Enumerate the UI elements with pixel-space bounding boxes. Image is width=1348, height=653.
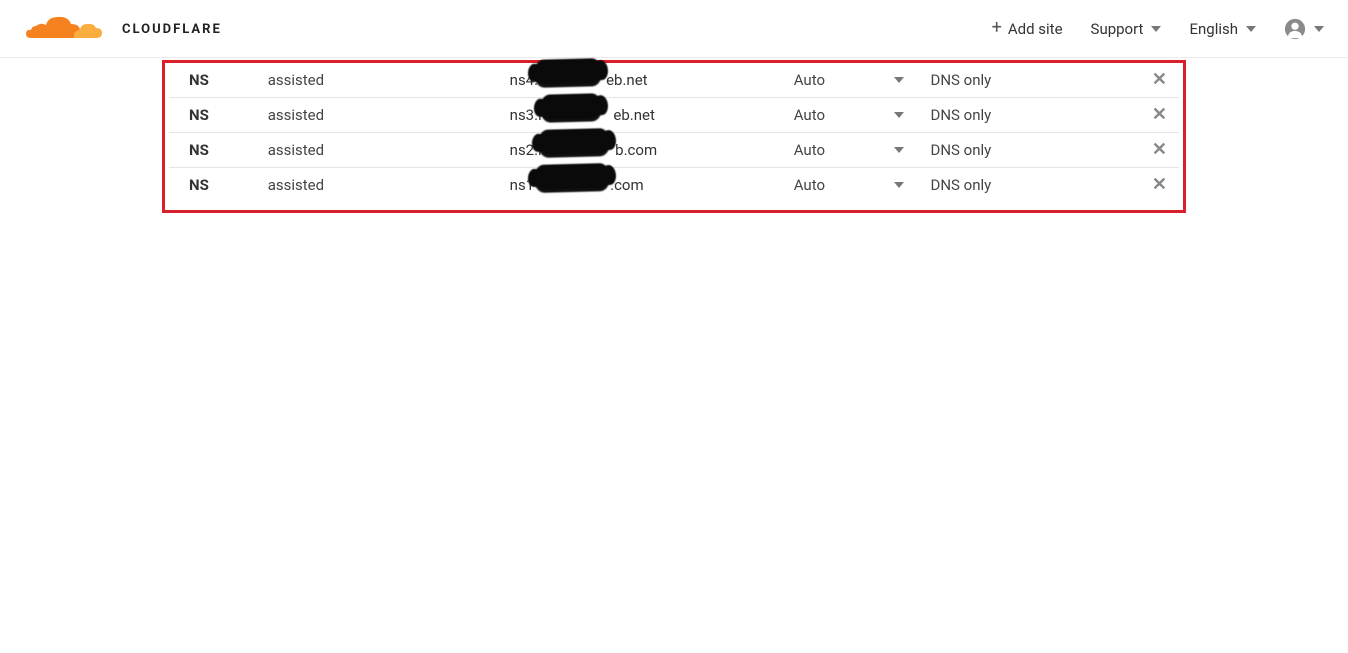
record-value: ns1.com	[506, 168, 790, 203]
delete-record-button[interactable]: ✕	[1137, 98, 1179, 133]
table-row[interactable]: NSassistedns2.rb.comAutoDNS only ✕	[169, 133, 1179, 168]
record-ttl-dropdown[interactable]: Auto	[790, 63, 927, 98]
redaction-mark	[533, 58, 602, 88]
record-value: ns3.rueb.net	[506, 98, 790, 133]
caret-down-icon	[1151, 26, 1161, 32]
redaction-mark	[533, 163, 610, 193]
language-dropdown[interactable]: English	[1189, 20, 1256, 38]
add-site-button[interactable]: + Add site	[992, 20, 1063, 38]
delete-record-button[interactable]: ✕	[1137, 63, 1179, 98]
cloud-icon	[18, 12, 122, 46]
add-site-label: Add site	[1008, 20, 1063, 38]
top-navbar: CLOUDFLARE + Add site Support English	[0, 0, 1348, 58]
record-ttl-dropdown[interactable]: Auto	[790, 168, 927, 203]
account-dropdown[interactable]	[1284, 18, 1324, 40]
close-icon: ✕	[1152, 104, 1167, 125]
record-name: assisted	[264, 63, 506, 98]
caret-down-icon	[1314, 26, 1324, 32]
table-row[interactable]: NSassistedns1.comAutoDNS only ✕	[169, 168, 1179, 203]
plus-icon: +	[992, 19, 1002, 37]
record-type: NS	[169, 63, 264, 98]
record-name: assisted	[264, 168, 506, 203]
delete-record-button[interactable]: ✕	[1137, 168, 1179, 203]
record-type: NS	[169, 98, 264, 133]
record-type: NS	[169, 133, 264, 168]
close-icon: ✕	[1152, 174, 1167, 195]
redaction-mark	[537, 128, 610, 158]
caret-down-icon	[894, 182, 904, 188]
record-proxy-status: DNS only	[926, 168, 1136, 203]
brand-logo[interactable]: CLOUDFLARE	[18, 12, 222, 46]
dns-records-table: NSassistedns4.eb.netAutoDNS only✕NSassis…	[169, 63, 1179, 202]
redaction-mark	[539, 93, 602, 123]
table-row[interactable]: NSassistedns3.rueb.netAutoDNS only ✕	[169, 98, 1179, 133]
record-type: NS	[169, 168, 264, 203]
record-value: ns4.eb.net	[506, 63, 790, 98]
delete-record-button[interactable]: ✕	[1137, 133, 1179, 168]
close-icon: ✕	[1152, 69, 1167, 90]
close-icon: ✕	[1152, 139, 1167, 160]
record-ttl-dropdown[interactable]: Auto	[790, 98, 927, 133]
record-proxy-status: DNS only	[926, 63, 1136, 98]
highlighted-dns-records: NSassistedns4.eb.netAutoDNS only✕NSassis…	[162, 60, 1186, 213]
record-proxy-status: DNS only	[926, 133, 1136, 168]
caret-down-icon	[894, 77, 904, 83]
record-ttl-dropdown[interactable]: Auto	[790, 133, 927, 168]
language-label: English	[1189, 20, 1238, 38]
user-icon	[1284, 18, 1306, 40]
nav-right: + Add site Support English	[992, 18, 1324, 40]
caret-down-icon	[1246, 26, 1256, 32]
caret-down-icon	[894, 147, 904, 153]
table-row[interactable]: NSassistedns4.eb.netAutoDNS only ✕	[169, 63, 1179, 98]
support-dropdown[interactable]: Support	[1091, 20, 1162, 38]
brand-name: CLOUDFLARE	[122, 22, 222, 37]
support-label: Support	[1091, 20, 1144, 38]
record-name: assisted	[264, 98, 506, 133]
record-proxy-status: DNS only	[926, 98, 1136, 133]
record-name: assisted	[264, 133, 506, 168]
record-value: ns2.rb.com	[506, 133, 790, 168]
caret-down-icon	[894, 112, 904, 118]
